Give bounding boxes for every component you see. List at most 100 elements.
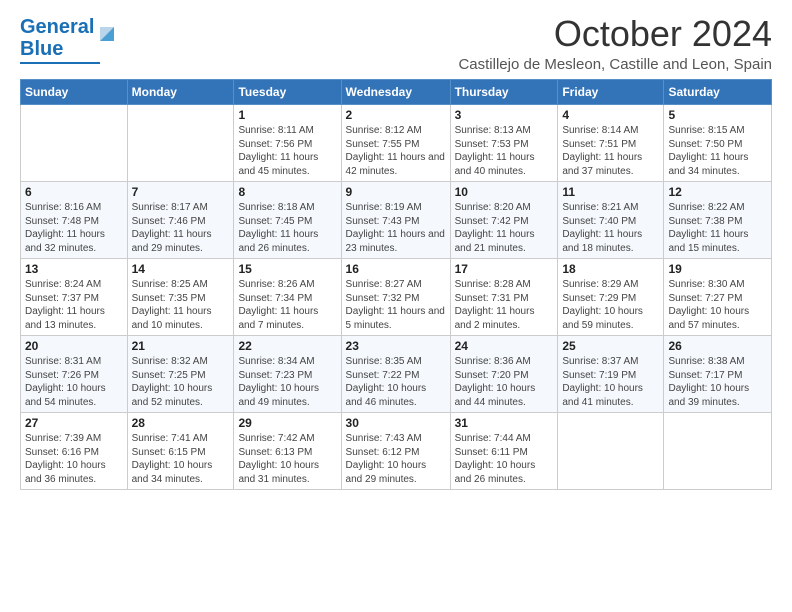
day-number: 29 (238, 416, 336, 430)
calendar-cell: 29 Sunrise: 7:42 AM Sunset: 6:13 PM Dayli… (234, 413, 341, 490)
day-info: Sunrise: 8:28 AM Sunset: 7:31 PM Dayligh… (455, 278, 554, 332)
logo-text: General Blue (20, 16, 94, 60)
day-number: 3 (455, 108, 554, 122)
day-info: Sunrise: 8:38 AM Sunset: 7:17 PM Dayligh… (668, 355, 767, 409)
day-number: 17 (455, 262, 554, 276)
day-number: 5 (668, 108, 767, 122)
day-number: 10 (455, 185, 554, 199)
day-info: Sunrise: 8:29 AM Sunset: 7:29 PM Dayligh… (562, 278, 659, 332)
calendar-cell: 21Sunrise: 8:32 AM Sunset: 7:25 PM Dayli… (127, 336, 234, 413)
calendar-header-row: SundayMondayTuesdayWednesdayThursdayFrid… (21, 80, 772, 105)
calendar-week-row: 20 Sunrise: 8:31 AM Sunset: 7:26 PM Dayli… (21, 336, 772, 413)
day-info: Sunrise: 7:39 AM Sunset: 6:16 PM Dayligh… (25, 432, 123, 486)
calendar-cell: 8 Sunrise: 8:18 AM Sunset: 7:45 PM Daylig… (234, 182, 341, 259)
calendar-cell: 30Sunrise: 7:43 AM Sunset: 6:12 PM Dayli… (341, 413, 450, 490)
calendar-cell: 24 Sunrise: 8:36 AM Sunset: 7:20 PM Dayli… (450, 336, 558, 413)
day-number: 30 (346, 416, 446, 430)
calendar-cell: 19 Sunrise: 8:30 AM Sunset: 7:27 PM Dayli… (664, 259, 772, 336)
calendar-cell: 26 Sunrise: 8:38 AM Sunset: 7:17 PM Dayli… (664, 336, 772, 413)
day-number: 14 (132, 262, 230, 276)
day-info: Sunrise: 8:16 AM Sunset: 7:48 PM Dayligh… (25, 201, 123, 255)
day-info: Sunrise: 8:21 AM Sunset: 7:40 PM Dayligh… (562, 201, 659, 255)
day-number: 23 (346, 339, 446, 353)
day-number: 2 (346, 108, 446, 122)
day-info: Sunrise: 8:25 AM Sunset: 7:35 PM Dayligh… (132, 278, 230, 332)
day-info: Sunrise: 8:22 AM Sunset: 7:38 PM Dayligh… (668, 201, 767, 255)
calendar-cell: 23Sunrise: 8:35 AM Sunset: 7:22 PM Dayli… (341, 336, 450, 413)
calendar-cell: 18 Sunrise: 8:29 AM Sunset: 7:29 PM Dayli… (558, 259, 664, 336)
calendar-cell (21, 105, 128, 182)
day-number: 18 (562, 262, 659, 276)
day-number: 26 (668, 339, 767, 353)
calendar-week-row: 6 Sunrise: 8:16 AM Sunset: 7:48 PM Daylig… (21, 182, 772, 259)
calendar-cell: 20 Sunrise: 8:31 AM Sunset: 7:26 PM Dayli… (21, 336, 128, 413)
header: General Blue October 2024 Castillejo de … (20, 16, 772, 73)
day-info: Sunrise: 8:30 AM Sunset: 7:27 PM Dayligh… (668, 278, 767, 332)
day-number: 22 (238, 339, 336, 353)
logo: General Blue (20, 16, 118, 64)
day-info: Sunrise: 8:13 AM Sunset: 7:53 PM Dayligh… (455, 124, 554, 178)
day-info: Sunrise: 8:36 AM Sunset: 7:20 PM Dayligh… (455, 355, 554, 409)
day-number: 19 (668, 262, 767, 276)
calendar-cell: 25Sunrise: 8:37 AM Sunset: 7:19 PM Dayli… (558, 336, 664, 413)
day-number: 31 (455, 416, 554, 430)
day-info: Sunrise: 8:11 AM Sunset: 7:56 PM Dayligh… (238, 124, 336, 178)
logo-blue: Blue (20, 38, 63, 60)
day-number: 24 (455, 339, 554, 353)
calendar-cell (664, 413, 772, 490)
calendar-cell: 11Sunrise: 8:21 AM Sunset: 7:40 PM Dayli… (558, 182, 664, 259)
day-info: Sunrise: 8:12 AM Sunset: 7:55 PM Dayligh… (346, 124, 446, 178)
day-info: Sunrise: 7:42 AM Sunset: 6:13 PM Dayligh… (238, 432, 336, 486)
calendar-cell: 10 Sunrise: 8:20 AM Sunset: 7:42 PM Dayli… (450, 182, 558, 259)
day-info: Sunrise: 8:18 AM Sunset: 7:45 PM Dayligh… (238, 201, 336, 255)
calendar-cell: 3 Sunrise: 8:13 AM Sunset: 7:53 PM Daylig… (450, 105, 558, 182)
logo-bar (20, 62, 100, 64)
calendar-cell: 16Sunrise: 8:27 AM Sunset: 7:32 PM Dayli… (341, 259, 450, 336)
day-number: 16 (346, 262, 446, 276)
calendar-cell: 15Sunrise: 8:26 AM Sunset: 7:34 PM Dayli… (234, 259, 341, 336)
location-title: Castillejo de Mesleon, Castille and Leon… (458, 56, 772, 73)
calendar-week-row: 13Sunrise: 8:24 AM Sunset: 7:37 PM Dayli… (21, 259, 772, 336)
day-info: Sunrise: 8:31 AM Sunset: 7:26 PM Dayligh… (25, 355, 123, 409)
calendar-cell: 6 Sunrise: 8:16 AM Sunset: 7:48 PM Daylig… (21, 182, 128, 259)
calendar-cell: 27 Sunrise: 7:39 AM Sunset: 6:16 PM Dayli… (21, 413, 128, 490)
day-number: 7 (132, 185, 230, 199)
day-number: 6 (25, 185, 123, 199)
day-info: Sunrise: 8:24 AM Sunset: 7:37 PM Dayligh… (25, 278, 123, 332)
day-info: Sunrise: 7:44 AM Sunset: 6:11 PM Dayligh… (455, 432, 554, 486)
calendar-cell: 22 Sunrise: 8:34 AM Sunset: 7:23 PM Dayli… (234, 336, 341, 413)
calendar-cell: 17 Sunrise: 8:28 AM Sunset: 7:31 PM Dayli… (450, 259, 558, 336)
day-number: 28 (132, 416, 230, 430)
calendar-cell: 28Sunrise: 7:41 AM Sunset: 6:15 PM Dayli… (127, 413, 234, 490)
calendar-cell: 13Sunrise: 8:24 AM Sunset: 7:37 PM Dayli… (21, 259, 128, 336)
day-info: Sunrise: 8:32 AM Sunset: 7:25 PM Dayligh… (132, 355, 230, 409)
weekday-header-saturday: Saturday (664, 80, 772, 105)
weekday-header-sunday: Sunday (21, 80, 128, 105)
day-number: 9 (346, 185, 446, 199)
day-number: 8 (238, 185, 336, 199)
calendar-cell: 14 Sunrise: 8:25 AM Sunset: 7:35 PM Dayli… (127, 259, 234, 336)
day-number: 4 (562, 108, 659, 122)
logo-icon (96, 23, 118, 45)
logo-general: General (20, 16, 94, 38)
calendar-cell: 12 Sunrise: 8:22 AM Sunset: 7:38 PM Dayli… (664, 182, 772, 259)
weekday-header-friday: Friday (558, 80, 664, 105)
day-number: 27 (25, 416, 123, 430)
weekday-header-wednesday: Wednesday (341, 80, 450, 105)
day-info: Sunrise: 8:15 AM Sunset: 7:50 PM Dayligh… (668, 124, 767, 178)
calendar-cell (127, 105, 234, 182)
day-info: Sunrise: 8:20 AM Sunset: 7:42 PM Dayligh… (455, 201, 554, 255)
day-number: 15 (238, 262, 336, 276)
calendar-cell: 9Sunrise: 8:19 AM Sunset: 7:43 PM Daylig… (341, 182, 450, 259)
day-info: Sunrise: 8:34 AM Sunset: 7:23 PM Dayligh… (238, 355, 336, 409)
weekday-header-thursday: Thursday (450, 80, 558, 105)
calendar-cell: 7 Sunrise: 8:17 AM Sunset: 7:46 PM Daylig… (127, 182, 234, 259)
calendar-cell: 31 Sunrise: 7:44 AM Sunset: 6:11 PM Dayli… (450, 413, 558, 490)
title-block: October 2024 Castillejo de Mesleon, Cast… (458, 16, 772, 73)
day-number: 12 (668, 185, 767, 199)
calendar-cell: 4Sunrise: 8:14 AM Sunset: 7:51 PM Daylig… (558, 105, 664, 182)
calendar-cell (558, 413, 664, 490)
day-number: 20 (25, 339, 123, 353)
day-info: Sunrise: 8:17 AM Sunset: 7:46 PM Dayligh… (132, 201, 230, 255)
calendar-cell: 1Sunrise: 8:11 AM Sunset: 7:56 PM Daylig… (234, 105, 341, 182)
